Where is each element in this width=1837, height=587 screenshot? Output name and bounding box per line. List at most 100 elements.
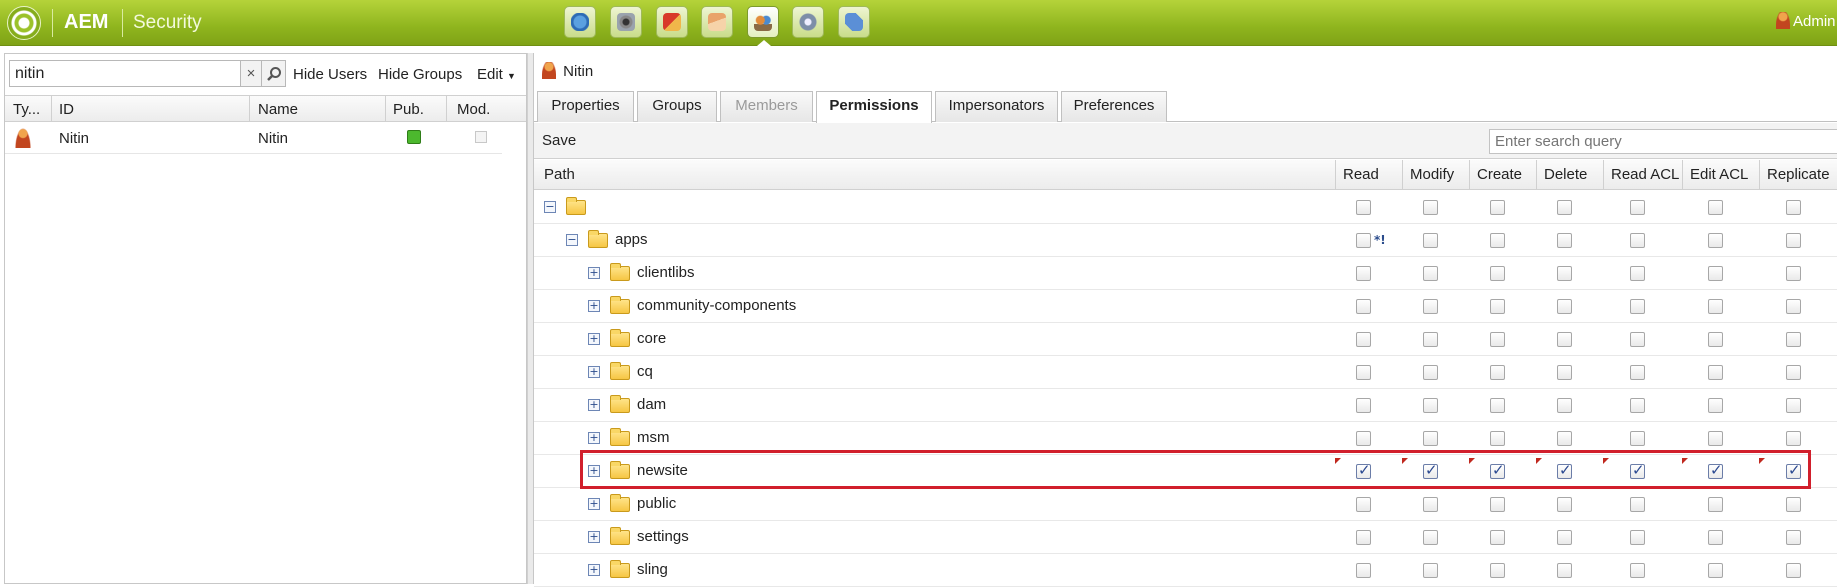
collapse-icon[interactable]: − (544, 201, 556, 213)
permission-checkbox[interactable] (1786, 461, 1801, 479)
permission-checkbox[interactable] (1708, 332, 1723, 347)
expand-icon[interactable]: + (588, 531, 600, 543)
tagging-button[interactable] (838, 6, 870, 38)
digital-assets-button[interactable] (610, 6, 642, 38)
permission-checkbox[interactable] (1786, 431, 1801, 446)
permission-checkbox[interactable] (1423, 497, 1438, 512)
permission-checkbox[interactable] (1423, 332, 1438, 347)
permission-checkbox[interactable] (1786, 332, 1801, 347)
permission-checkbox[interactable] (1786, 497, 1801, 512)
permission-checkbox[interactable] (1557, 266, 1572, 281)
permission-checkbox[interactable] (1356, 398, 1371, 413)
column-path[interactable]: Path (544, 160, 575, 190)
permission-checkbox[interactable] (1708, 299, 1723, 314)
permission-checkbox[interactable] (1490, 266, 1505, 281)
permission-checkbox[interactable] (1557, 563, 1572, 578)
column-modify[interactable]: Modify (1402, 160, 1469, 190)
permission-checkbox[interactable] (1557, 431, 1572, 446)
column-edit-acl[interactable]: Edit ACL (1682, 160, 1759, 190)
permission-checkbox[interactable] (1630, 461, 1645, 479)
user-search-input[interactable]: nitin (9, 60, 241, 87)
expand-icon[interactable]: + (588, 399, 600, 411)
column-replicate[interactable]: Replicate (1759, 160, 1837, 190)
expand-icon[interactable]: + (588, 300, 600, 312)
permission-checkbox[interactable] (1490, 365, 1505, 380)
column-create[interactable]: Create (1469, 160, 1536, 190)
permission-checkbox[interactable] (1356, 497, 1371, 512)
permission-checkbox[interactable] (1708, 497, 1723, 512)
permission-row[interactable]: + msm (534, 422, 1837, 455)
permission-checkbox[interactable] (1708, 233, 1723, 248)
permission-checkbox[interactable] (1786, 233, 1801, 248)
permission-row[interactable]: + core (534, 323, 1837, 356)
permission-checkbox[interactable] (1786, 365, 1801, 380)
column-published[interactable]: Pub. (393, 101, 424, 118)
permission-row[interactable]: − apps *! (534, 224, 1837, 257)
permission-checkbox[interactable] (1356, 563, 1371, 578)
expand-icon[interactable]: + (588, 498, 600, 510)
permission-checkbox[interactable] (1356, 233, 1371, 248)
permission-checkbox[interactable] (1557, 332, 1572, 347)
column-modified[interactable]: Mod. (457, 101, 490, 118)
permission-checkbox[interactable] (1630, 332, 1645, 347)
hide-users-button[interactable]: Hide Users (293, 66, 367, 83)
column-read-acl[interactable]: Read ACL (1603, 160, 1682, 190)
expand-icon[interactable]: + (588, 267, 600, 279)
permission-checkbox[interactable] (1490, 431, 1505, 446)
permission-checkbox[interactable] (1557, 497, 1572, 512)
save-button[interactable]: Save (542, 132, 576, 149)
permission-checkbox[interactable] (1423, 431, 1438, 446)
permission-checkbox[interactable] (1490, 497, 1505, 512)
permission-checkbox[interactable] (1490, 461, 1505, 479)
permission-checkbox[interactable] (1557, 299, 1572, 314)
expand-icon[interactable]: + (588, 432, 600, 444)
permission-row[interactable]: + community-components (534, 290, 1837, 323)
permission-row[interactable]: + cq (534, 356, 1837, 389)
users-button[interactable] (747, 6, 779, 38)
path-search-input[interactable] (1489, 129, 1837, 154)
permission-checkbox[interactable] (1786, 398, 1801, 413)
tools-button[interactable] (792, 6, 824, 38)
edit-menu-button[interactable]: Edit ▼ (477, 66, 516, 83)
permission-checkbox[interactable] (1557, 233, 1572, 248)
permission-checkbox[interactable] (1630, 530, 1645, 545)
tab-groups[interactable]: Groups (637, 91, 717, 122)
permission-row[interactable]: − (534, 191, 1837, 224)
permission-checkbox[interactable] (1490, 398, 1505, 413)
permission-checkbox[interactable] (1630, 266, 1645, 281)
permission-checkbox[interactable] (1356, 332, 1371, 347)
permission-checkbox[interactable] (1423, 398, 1438, 413)
permission-checkbox[interactable] (1630, 299, 1645, 314)
permission-checkbox[interactable] (1356, 299, 1371, 314)
permission-checkbox[interactable] (1630, 200, 1645, 215)
column-type[interactable]: Ty... (13, 101, 40, 118)
permission-checkbox[interactable] (1557, 200, 1572, 215)
websites-button[interactable] (564, 6, 596, 38)
expand-icon[interactable]: + (588, 366, 600, 378)
permission-checkbox[interactable] (1423, 233, 1438, 248)
tab-impersonators[interactable]: Impersonators (935, 91, 1058, 122)
permission-row[interactable]: + public (534, 488, 1837, 521)
permission-checkbox[interactable] (1708, 266, 1723, 281)
permission-checkbox[interactable] (1786, 563, 1801, 578)
permission-checkbox[interactable] (1708, 365, 1723, 380)
user-menu[interactable]: Admin (1776, 12, 1836, 30)
permission-checkbox[interactable] (1356, 200, 1371, 215)
user-row[interactable]: Nitin Nitin (5, 123, 502, 154)
permission-checkbox[interactable] (1630, 431, 1645, 446)
permission-checkbox[interactable] (1356, 365, 1371, 380)
column-name[interactable]: Name (258, 101, 298, 118)
permission-checkbox[interactable] (1630, 398, 1645, 413)
permission-checkbox[interactable] (1423, 365, 1438, 380)
hide-groups-button[interactable]: Hide Groups (378, 66, 462, 83)
permission-checkbox[interactable] (1356, 530, 1371, 545)
permission-checkbox[interactable] (1708, 431, 1723, 446)
permission-checkbox[interactable] (1630, 365, 1645, 380)
column-read[interactable]: Read (1335, 160, 1402, 190)
permission-row[interactable]: + clientlibs (534, 257, 1837, 290)
permission-checkbox[interactable] (1423, 530, 1438, 545)
permission-checkbox[interactable] (1423, 563, 1438, 578)
permission-row[interactable]: + sling (534, 554, 1837, 587)
aem-logo-icon[interactable] (7, 6, 41, 40)
search-button[interactable] (262, 60, 286, 87)
